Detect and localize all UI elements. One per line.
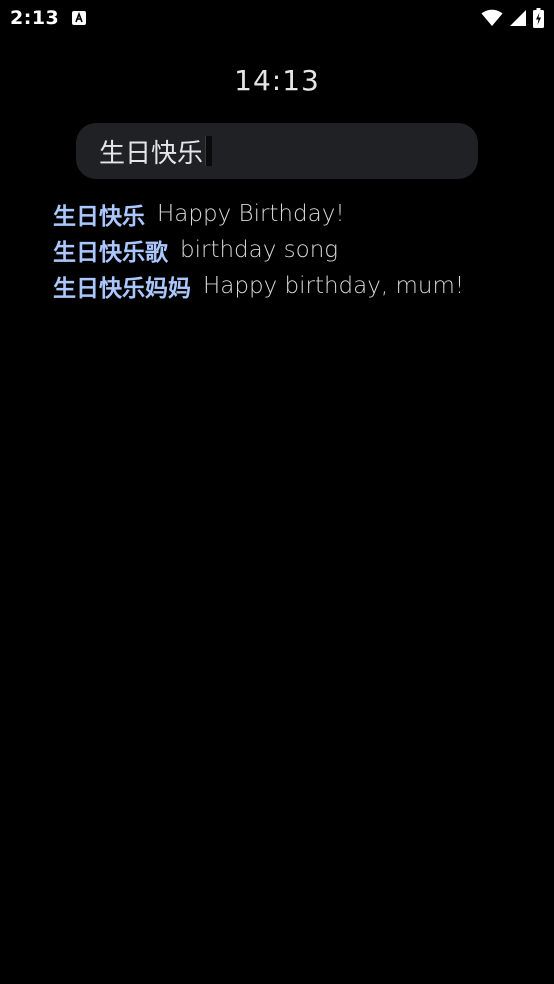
suggestion-list: 生日快乐 Happy Birthday! 生日快乐歌 birthday song…	[53, 196, 533, 304]
search-field[interactable]: 生日快乐	[76, 123, 478, 179]
status-time: 2:13	[10, 7, 60, 29]
clock: 14:13	[234, 64, 320, 97]
suggestion-item[interactable]: 生日快乐歌 birthday song	[53, 232, 533, 268]
suggestion-translation: Happy birthday, mum!	[203, 273, 465, 299]
suggestion-term: 生日快乐妈妈	[53, 276, 191, 302]
text-cursor	[205, 136, 213, 166]
battery-charging-icon	[533, 8, 544, 28]
status-bar: 2:13	[0, 0, 554, 38]
suggestion-item[interactable]: 生日快乐 Happy Birthday!	[53, 196, 533, 232]
status-icons	[481, 8, 544, 28]
suggestion-translation: birthday song	[180, 237, 339, 263]
search-input-value[interactable]: 生日快乐	[99, 133, 203, 170]
suggestion-term: 生日快乐	[53, 204, 145, 230]
suggestion-item[interactable]: 生日快乐妈妈 Happy birthday, mum!	[53, 268, 533, 304]
suggestion-translation: Happy Birthday!	[157, 201, 345, 227]
suggestion-term: 生日快乐歌	[53, 240, 168, 266]
wifi-icon	[481, 9, 503, 27]
signal-icon	[509, 9, 527, 27]
notification-a-icon	[72, 11, 86, 25]
